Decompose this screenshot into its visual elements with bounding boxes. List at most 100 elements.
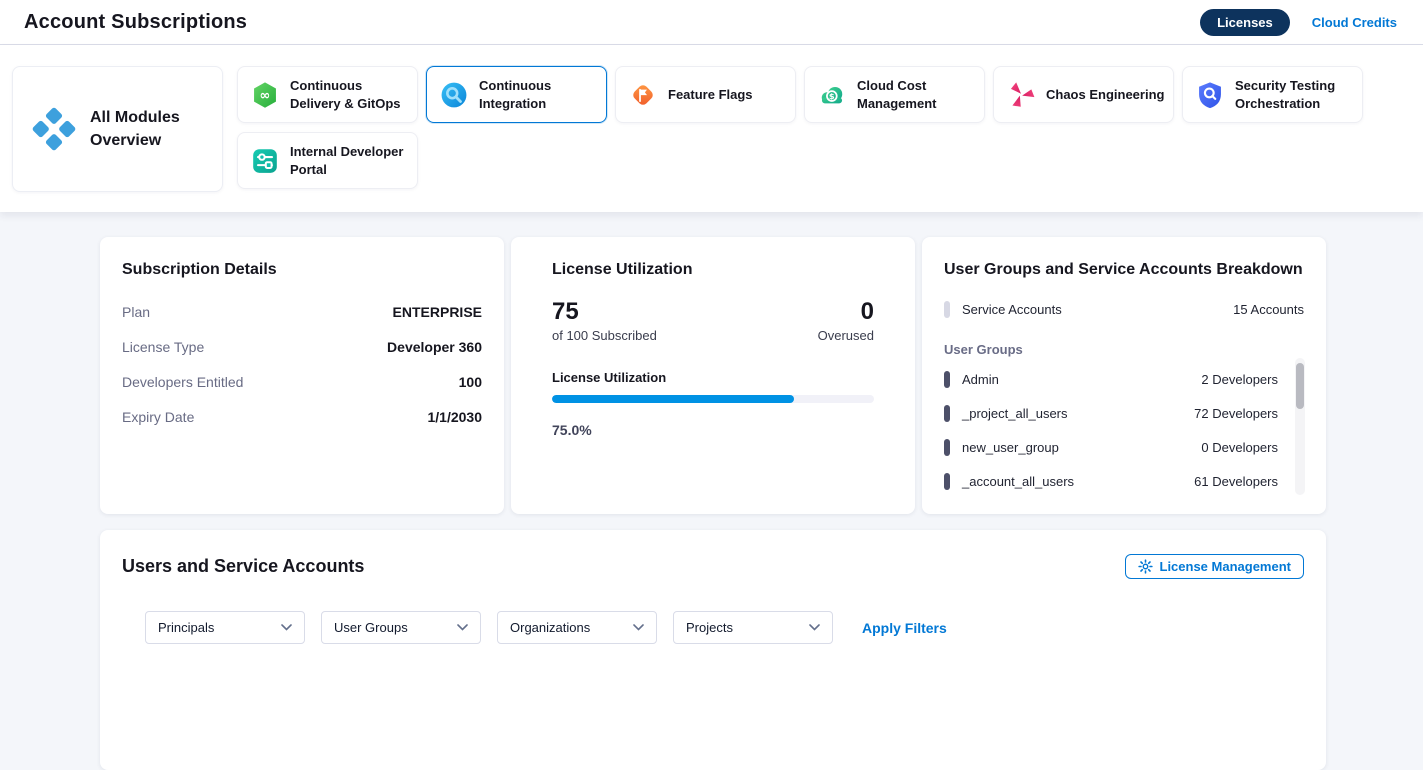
- plan-label: Plan: [122, 304, 150, 320]
- ci-module-icon: [440, 81, 468, 109]
- sto-module-icon: [1196, 81, 1224, 109]
- used-count: 75: [552, 299, 657, 325]
- user-group-marker: [944, 405, 950, 422]
- module-card-continuous-integration[interactable]: Continuous Integration: [426, 66, 607, 123]
- expiry-date-row: Expiry Date 1/1/2030: [122, 409, 482, 425]
- user-group-name: _account_all_users: [962, 474, 1074, 489]
- cd-module-icon: ∞: [251, 81, 279, 109]
- module-card-chaos-engineering[interactable]: Chaos Engineering: [993, 66, 1174, 123]
- user-group-value: 61 Developers: [1194, 474, 1278, 489]
- all-modules-overview-card[interactable]: All Modules Overview: [12, 66, 223, 192]
- module-card-cloud-cost-management[interactable]: $ Cloud Cost Management: [804, 66, 985, 123]
- users-section-header: Users and Service Accounts License Manag…: [122, 554, 1304, 579]
- module-grid: ∞ Continuous Delivery & GitOps Continuou…: [237, 66, 1382, 192]
- users-service-accounts-card: Users and Service Accounts License Manag…: [100, 530, 1326, 770]
- licenses-tab[interactable]: Licenses: [1200, 9, 1290, 36]
- projects-dropdown[interactable]: Projects: [673, 611, 833, 644]
- expiry-date-value: 1/1/2030: [428, 409, 483, 425]
- chevron-down-icon: [457, 624, 468, 631]
- user-group-value: 0 Developers: [1201, 440, 1278, 455]
- page-title: Account Subscriptions: [24, 11, 247, 34]
- user-group-marker: [944, 473, 950, 490]
- license-utilization-title: License Utilization: [552, 261, 874, 279]
- chevron-down-icon: [633, 624, 644, 631]
- content-area: Subscription Details Plan ENTERPRISE Lic…: [0, 212, 1423, 770]
- developers-entitled-row: Developers Entitled 100: [122, 374, 482, 390]
- summary-cards-row: Subscription Details Plan ENTERPRISE Lic…: [100, 237, 1423, 514]
- used-caption: of 100 Subscribed: [552, 328, 657, 343]
- svg-text:$: $: [829, 91, 835, 101]
- organizations-dropdown[interactable]: Organizations: [497, 611, 657, 644]
- header-tabs: Licenses Cloud Credits: [1200, 9, 1397, 36]
- user-group-name: new_user_group: [962, 440, 1059, 455]
- developers-entitled-value: 100: [459, 374, 482, 390]
- all-modules-icon: [31, 106, 77, 152]
- service-accounts-row: Service Accounts 15 Accounts: [944, 301, 1304, 318]
- utilization-bar-label: License Utilization: [552, 370, 874, 385]
- module-label: Continuous Integration: [479, 77, 598, 112]
- user-group-name: _project_all_users: [962, 406, 1068, 421]
- user-group-marker: [944, 439, 950, 456]
- chevron-down-icon: [281, 624, 292, 631]
- utilization-percent: 75.0%: [552, 422, 874, 438]
- overused-count: 0: [818, 299, 874, 325]
- groups-scrollbar-track[interactable]: [1295, 358, 1305, 495]
- license-type-label: License Type: [122, 339, 204, 355]
- user-group-row: _project_all_users 72 Developers: [944, 405, 1278, 422]
- service-accounts-value: 15 Accounts: [1233, 302, 1304, 317]
- utilization-bar-track: [552, 395, 874, 403]
- feature-flags-module-icon: [629, 81, 657, 109]
- module-selector-band: All Modules Overview ∞ Continuous Delive…: [0, 45, 1423, 212]
- module-label: Chaos Engineering: [1046, 86, 1164, 104]
- user-groups-list: Admin 2 Developers _project_all_users 72…: [944, 371, 1304, 490]
- chaos-module-icon: [1007, 81, 1035, 109]
- module-card-feature-flags[interactable]: Feature Flags: [615, 66, 796, 123]
- gear-icon: [1138, 559, 1153, 574]
- users-section-title: Users and Service Accounts: [122, 556, 364, 577]
- chevron-down-icon: [809, 624, 820, 631]
- page-header: Account Subscriptions Licenses Cloud Cre…: [0, 0, 1423, 45]
- license-type-row: License Type Developer 360: [122, 339, 482, 355]
- filters-row: Principals User Groups Organizations Pro…: [145, 611, 1304, 644]
- developers-entitled-label: Developers Entitled: [122, 374, 243, 390]
- module-card-internal-developer-portal[interactable]: Internal Developer Portal: [237, 132, 418, 189]
- plan-row: Plan ENTERPRISE: [122, 304, 482, 320]
- license-management-button[interactable]: License Management: [1125, 554, 1305, 579]
- subscription-details-card: Subscription Details Plan ENTERPRISE Lic…: [100, 237, 504, 514]
- utilization-numbers: 75 of 100 Subscribed 0 Overused: [552, 299, 874, 343]
- cloud-credits-tab[interactable]: Cloud Credits: [1312, 15, 1397, 30]
- groups-scrollbar-thumb[interactable]: [1296, 363, 1304, 409]
- all-modules-overview-label: All Modules Overview: [90, 106, 210, 152]
- user-group-row: Admin 2 Developers: [944, 371, 1278, 388]
- user-groups-dropdown-label: User Groups: [334, 620, 408, 635]
- plan-value: ENTERPRISE: [393, 304, 482, 320]
- apply-filters-link[interactable]: Apply Filters: [862, 620, 947, 636]
- user-groups-dropdown[interactable]: User Groups: [321, 611, 481, 644]
- module-label: Feature Flags: [668, 86, 753, 104]
- projects-dropdown-label: Projects: [686, 620, 733, 635]
- breakdown-title: User Groups and Service Accounts Breakdo…: [944, 261, 1304, 279]
- module-label: Security Testing Orchestration: [1235, 77, 1354, 112]
- user-group-marker: [944, 371, 950, 388]
- license-utilization-card: License Utilization 75 of 100 Subscribed…: [511, 237, 915, 514]
- user-group-row: _account_all_users 61 Developers: [944, 473, 1278, 490]
- breakdown-card: User Groups and Service Accounts Breakdo…: [922, 237, 1326, 514]
- module-label: Internal Developer Portal: [290, 143, 409, 178]
- organizations-dropdown-label: Organizations: [510, 620, 590, 635]
- module-label: Cloud Cost Management: [857, 77, 976, 112]
- license-management-label: License Management: [1160, 559, 1292, 574]
- user-groups-heading: User Groups: [944, 342, 1304, 357]
- overused-caption: Overused: [818, 328, 874, 343]
- ccm-module-icon: $: [818, 81, 846, 109]
- expiry-date-label: Expiry Date: [122, 409, 194, 425]
- principals-dropdown-label: Principals: [158, 620, 214, 635]
- module-label: Continuous Delivery & GitOps: [290, 77, 409, 112]
- subscription-details-title: Subscription Details: [122, 261, 482, 279]
- used-block: 75 of 100 Subscribed: [552, 299, 657, 343]
- idp-module-icon: [251, 147, 279, 175]
- overused-block: 0 Overused: [818, 299, 874, 343]
- principals-dropdown[interactable]: Principals: [145, 611, 305, 644]
- module-card-cd-gitops[interactable]: ∞ Continuous Delivery & GitOps: [237, 66, 418, 123]
- user-group-value: 2 Developers: [1201, 372, 1278, 387]
- module-card-security-testing-orchestration[interactable]: Security Testing Orchestration: [1182, 66, 1363, 123]
